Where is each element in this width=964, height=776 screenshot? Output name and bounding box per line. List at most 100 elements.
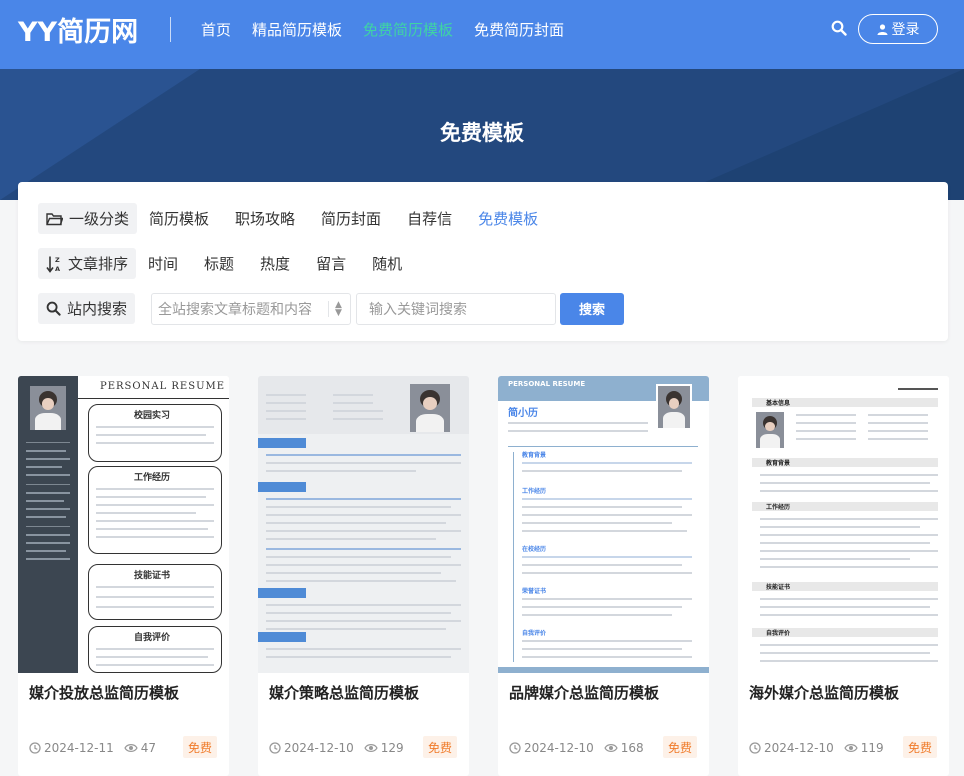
clock-icon bbox=[509, 742, 521, 754]
thumb-header-text: PERSONAL RESUME bbox=[508, 380, 586, 388]
eye-icon bbox=[124, 744, 138, 752]
main-nav: 首页 精品简历模板 免费简历模板 免费简历封面 bbox=[201, 19, 585, 40]
thumb-section: 自我评价 bbox=[134, 633, 171, 643]
sort-az-icon: ZA bbox=[46, 256, 60, 273]
template-thumbnail[interactable]: PERSONAL RESUME 简小历 教育背景 工作经历 在校经历 荣誉证书 … bbox=[498, 376, 709, 673]
thumb-name-text: 简小历 bbox=[508, 408, 538, 419]
thumb-section: 技能证书 bbox=[766, 584, 791, 591]
template-title[interactable]: 海外媒介总监简历模板 bbox=[749, 682, 899, 703]
template-meta: 2024-12-10 168 免费 bbox=[509, 736, 709, 760]
template-card[interactable]: PERSONAL RESUME 校园实习 工作经历 技能证书 自我评价 媒介投放… bbox=[18, 376, 229, 776]
thumb-section: 自我评价 bbox=[522, 630, 547, 637]
free-badge: 免费 bbox=[183, 736, 217, 758]
template-card[interactable]: PERSONAL RESUME 简小历 教育背景 工作经历 在校经历 荣誉证书 … bbox=[498, 376, 709, 776]
site-search-label: 站内搜索 bbox=[38, 293, 136, 324]
publish-date: 2024-12-10 bbox=[749, 741, 834, 755]
thumb-section: 教育背景 bbox=[522, 452, 547, 459]
search-scope-select[interactable]: 全站搜索文章标题和内容 ▲ ▼ bbox=[151, 292, 352, 325]
free-badge: 免费 bbox=[423, 736, 457, 758]
thumb-section: 技能证书 bbox=[134, 571, 171, 581]
nav-free-templates[interactable]: 免费简历模板 bbox=[363, 19, 453, 40]
template-card[interactable]: 媒介策略总监简历模板 2024-12-10 129 免费 bbox=[258, 376, 469, 776]
publish-date-text: 2024-12-11 bbox=[44, 741, 114, 755]
publish-date-text: 2024-12-10 bbox=[284, 741, 354, 755]
thumb-section: 教育背景 bbox=[766, 460, 791, 467]
header-divider bbox=[170, 17, 171, 42]
folder-icon bbox=[46, 212, 63, 225]
view-count: 168 bbox=[604, 741, 644, 755]
search-icon bbox=[46, 301, 61, 316]
template-card[interactable]: 基本信息 教育背景 工作经历 技能证书 自我评价 海外媒介总监简历模板 2024… bbox=[738, 376, 949, 776]
template-thumbnail[interactable]: 基本信息 教育背景 工作经历 技能证书 自我评价 bbox=[738, 376, 949, 673]
search-icon[interactable] bbox=[831, 20, 849, 38]
clock-icon bbox=[749, 742, 761, 754]
sort-by-popularity[interactable]: 热度 bbox=[260, 253, 290, 274]
nav-premium-templates[interactable]: 精品简历模板 bbox=[252, 19, 342, 40]
sort-by-title[interactable]: 标题 bbox=[204, 253, 234, 274]
thumb-section: 校园实习 bbox=[134, 411, 171, 421]
keyword-search-input[interactable]: 输入关键词搜索 bbox=[356, 292, 557, 325]
template-thumbnail[interactable] bbox=[258, 376, 469, 673]
clock-icon bbox=[269, 742, 281, 754]
svg-text:Z: Z bbox=[55, 256, 60, 264]
category-free-templates[interactable]: 免费模板 bbox=[478, 208, 538, 229]
site-logo[interactable]: YY简历网 bbox=[18, 10, 138, 49]
sort-by-comments[interactable]: 留言 bbox=[316, 253, 346, 274]
thumb-section: 工作经历 bbox=[522, 488, 547, 495]
template-meta: 2024-12-10 119 免费 bbox=[749, 736, 949, 760]
category-resume-covers[interactable]: 简历封面 bbox=[321, 208, 381, 229]
page-title: 免费模板 bbox=[440, 121, 524, 145]
view-count: 47 bbox=[124, 741, 156, 755]
thumb-section: 工作经历 bbox=[766, 504, 791, 511]
thumb-section: 自我评价 bbox=[766, 630, 791, 637]
template-meta: 2024-12-10 129 免费 bbox=[269, 736, 469, 760]
nav-free-covers[interactable]: 免费简历封面 bbox=[474, 19, 564, 40]
clock-icon bbox=[29, 742, 41, 754]
keyword-placeholder: 输入关键词搜索 bbox=[369, 301, 468, 318]
category-career-tips[interactable]: 职场攻略 bbox=[235, 208, 295, 229]
template-title[interactable]: 品牌媒介总监简历模板 bbox=[509, 682, 659, 703]
nav-home[interactable]: 首页 bbox=[201, 19, 231, 40]
category-filter-label: 一级分类 bbox=[38, 203, 138, 234]
publish-date-text: 2024-12-10 bbox=[764, 741, 834, 755]
thumb-section: 荣誉证书 bbox=[522, 588, 547, 595]
site-search-row: 站内搜索 全站搜索文章标题和内容 ▲ ▼ 输入关键词搜索 搜索 bbox=[38, 292, 625, 325]
view-count: 119 bbox=[844, 741, 884, 755]
template-meta: 2024-12-11 47 免费 bbox=[29, 736, 229, 760]
sort-filter-row: ZA 文章排序 时间 标题 热度 留言 随机 bbox=[38, 248, 420, 279]
thumb-section: 在校经历 bbox=[522, 546, 547, 553]
eye-icon bbox=[604, 744, 618, 752]
sort-by-time[interactable]: 时间 bbox=[148, 253, 178, 274]
view-count-text: 119 bbox=[860, 741, 884, 755]
publish-date: 2024-12-11 bbox=[29, 741, 114, 755]
site-search-text: 站内搜索 bbox=[67, 300, 128, 318]
svg-text:A: A bbox=[55, 265, 60, 273]
template-title[interactable]: 媒介投放总监简历模板 bbox=[29, 682, 179, 703]
user-icon bbox=[877, 23, 887, 35]
sort-filter-label: ZA 文章排序 bbox=[38, 248, 137, 279]
publish-date-text: 2024-12-10 bbox=[524, 741, 594, 755]
thumb-section: 工作经历 bbox=[134, 473, 171, 483]
category-cover-letters[interactable]: 自荐信 bbox=[407, 208, 452, 229]
category-resume-templates[interactable]: 简历模板 bbox=[149, 208, 209, 229]
login-button[interactable]: 登录 bbox=[858, 14, 938, 44]
page-banner: 免费模板 bbox=[0, 69, 964, 200]
search-submit-button[interactable]: 搜索 bbox=[560, 292, 625, 325]
view-count: 129 bbox=[364, 741, 404, 755]
eye-icon bbox=[844, 744, 858, 752]
category-filter-row: 一级分类 简历模板 职场攻略 简历封面 自荐信 免费模板 bbox=[38, 203, 556, 234]
category-filter-text: 一级分类 bbox=[69, 210, 130, 228]
free-badge: 免费 bbox=[663, 736, 697, 758]
free-badge: 免费 bbox=[903, 736, 937, 758]
publish-date: 2024-12-10 bbox=[509, 741, 594, 755]
template-title[interactable]: 媒介策略总监简历模板 bbox=[269, 682, 419, 703]
select-arrows-icon: ▲ ▼ bbox=[328, 300, 344, 317]
view-count-text: 129 bbox=[380, 741, 404, 755]
thumb-section: 基本信息 bbox=[766, 400, 791, 407]
eye-icon bbox=[364, 744, 378, 752]
search-scope-value: 全站搜索文章标题和内容 bbox=[158, 301, 313, 318]
template-thumbnail[interactable]: PERSONAL RESUME 校园实习 工作经历 技能证书 自我评价 bbox=[18, 376, 229, 673]
sort-random[interactable]: 随机 bbox=[372, 253, 402, 274]
view-count-text: 47 bbox=[140, 741, 157, 755]
thumb-header-text: PERSONAL RESUME bbox=[100, 381, 226, 392]
